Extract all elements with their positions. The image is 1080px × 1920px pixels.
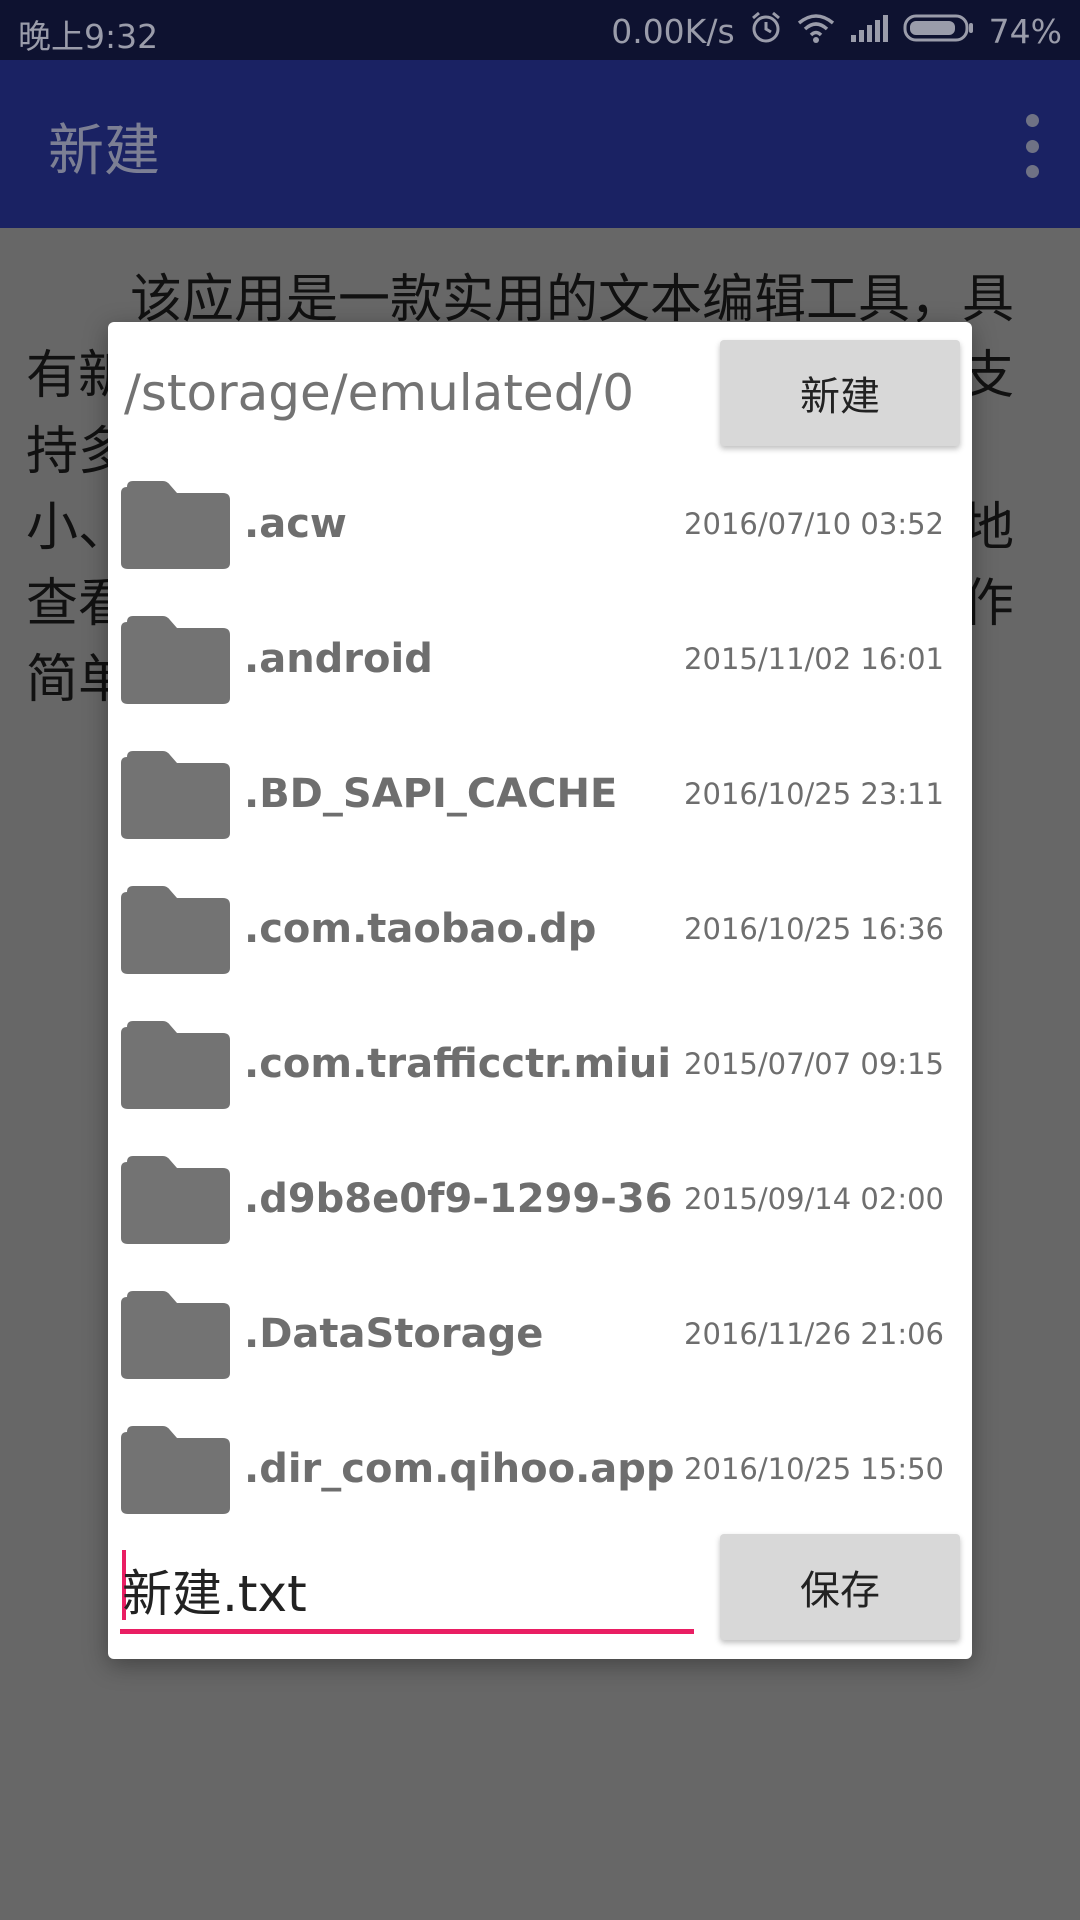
status-time: 晚上9:32 — [18, 17, 159, 56]
save-button[interactable]: 保存 — [720, 1534, 960, 1640]
file-row[interactable]: .com.taobao.dp 2016/10/25 16:36 — [108, 864, 972, 999]
folder-icon — [119, 1154, 232, 1246]
file-row[interactable]: .DataStorage 2016/11/26 21:06 — [108, 1269, 972, 1404]
file-date: 2015/07/07 09:15 — [676, 1047, 944, 1081]
battery-percent: 74% — [988, 11, 1062, 51]
folder-icon — [119, 1289, 232, 1381]
folder-icon — [119, 884, 232, 976]
file-date: 2015/09/14 02:00 — [676, 1182, 944, 1216]
file-date: 2016/10/25 16:36 — [676, 912, 944, 946]
file-row[interactable]: .BD_SAPI_CACHE 2016/10/25 23:11 — [108, 729, 972, 864]
current-path: /storage/emulated/0 — [124, 364, 635, 422]
folder-icon — [119, 1019, 232, 1111]
file-date: 2016/10/25 23:11 — [676, 777, 944, 811]
wifi-icon — [797, 12, 835, 51]
battery-icon — [903, 12, 975, 51]
file-row[interactable]: .d9b8e0f9-1299-36... 2015/09/14 02:00 — [108, 1134, 972, 1269]
filename-input[interactable]: 新建.txt — [122, 1554, 682, 1623]
file-date: 2016/10/25 15:50 — [676, 1452, 944, 1486]
alarm-icon — [749, 10, 783, 52]
file-date: 2016/11/26 21:06 — [676, 1317, 944, 1351]
app-title: 新建 — [48, 119, 160, 184]
save-dialog: /storage/emulated/0 新建 .acw 2016/07/10 03… — [108, 322, 972, 1659]
file-row[interactable]: .android 2015/11/02 16:01 — [108, 594, 972, 729]
file-row[interactable]: .acw 2016/07/10 03:52 — [108, 459, 972, 594]
more-vert-icon[interactable] — [1012, 114, 1052, 178]
status-right: 0.00K/s 74% — [611, 10, 1062, 52]
overflow-dot — [1025, 114, 1039, 127]
folder-icon — [119, 614, 232, 706]
file-list[interactable]: .acw 2016/07/10 03:52 .android 2015/11/02 1… — [108, 459, 972, 1514]
folder-icon — [119, 479, 232, 571]
overflow-dot — [1025, 139, 1039, 153]
file-row[interactable]: .dir_com.qihoo.apps... 2016/10/25 15:50 — [108, 1404, 972, 1514]
folder-icon — [119, 1424, 232, 1514]
file-date: 2015/11/02 16:01 — [676, 642, 944, 676]
filename-input-underline — [120, 1629, 694, 1634]
file-row[interactable]: .com.trafficctr.miui 2015/07/07 09:15 — [108, 999, 972, 1134]
network-speed: 0.00K/s — [611, 11, 735, 51]
new-folder-button[interactable]: 新建 — [720, 340, 960, 446]
folder-icon — [119, 749, 232, 841]
overflow-dot — [1025, 165, 1039, 178]
file-date: 2016/07/10 03:52 — [676, 507, 944, 541]
status-bar: 晚上9:32 0.00K/s 74% — [0, 0, 1080, 60]
app-bar: 新建 — [0, 60, 1080, 228]
signal-icon — [849, 12, 889, 51]
